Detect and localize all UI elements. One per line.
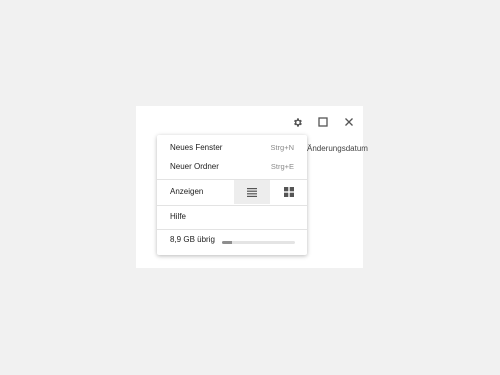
maximize-icon bbox=[318, 117, 328, 127]
settings-button[interactable] bbox=[288, 113, 306, 131]
column-header-modified[interactable]: Änderungsdatum bbox=[307, 144, 368, 153]
menu-item-help[interactable]: Hilfe bbox=[157, 207, 307, 226]
storage-usage-bar bbox=[222, 241, 295, 244]
menu-item-shortcut: Strg+E bbox=[270, 162, 294, 171]
settings-menu: Neues Fenster Strg+N Neuer Ordner Strg+E… bbox=[157, 135, 307, 255]
menu-divider bbox=[157, 205, 307, 206]
list-view-button[interactable] bbox=[234, 180, 270, 204]
menu-item-shortcut: Strg+N bbox=[270, 143, 294, 152]
maximize-button[interactable] bbox=[314, 113, 332, 131]
list-view-icon bbox=[247, 187, 257, 197]
close-button[interactable] bbox=[340, 113, 358, 131]
storage-row: 8,9 GB übrig bbox=[157, 231, 307, 251]
close-icon bbox=[345, 118, 353, 126]
storage-usage-fill bbox=[222, 241, 233, 244]
menu-divider bbox=[157, 229, 307, 230]
gear-icon bbox=[293, 117, 302, 127]
menu-item-new-folder[interactable]: Neuer Ordner Strg+E bbox=[157, 157, 307, 176]
grid-view-icon bbox=[284, 187, 294, 197]
view-mode-row: Anzeigen bbox=[157, 180, 307, 204]
menu-item-label: Neues Fenster bbox=[170, 143, 223, 152]
view-mode-label: Anzeigen bbox=[170, 187, 204, 196]
menu-item-label: Neuer Ordner bbox=[170, 162, 219, 171]
menu-item-new-window[interactable]: Neues Fenster Strg+N bbox=[157, 138, 307, 157]
storage-free-label: 8,9 GB übrig bbox=[170, 235, 215, 244]
grid-view-button[interactable] bbox=[271, 180, 307, 204]
menu-item-label: Hilfe bbox=[170, 212, 187, 221]
